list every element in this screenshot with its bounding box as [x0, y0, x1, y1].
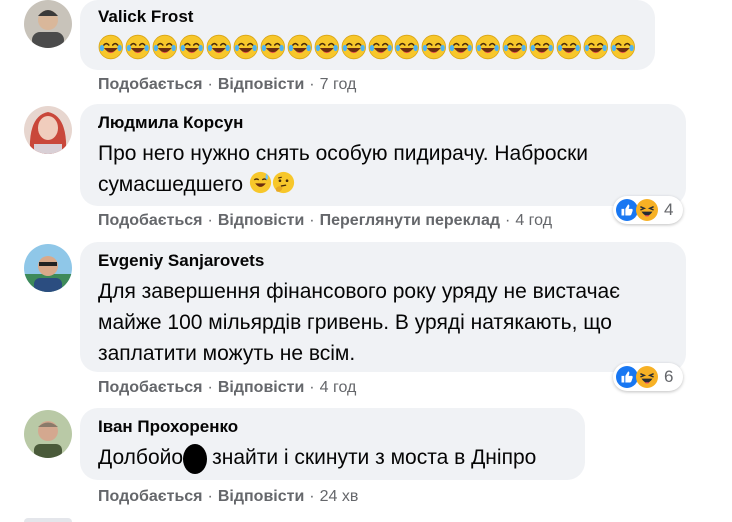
separator: ·: [309, 76, 315, 93]
laughing-emoji-icon: [125, 34, 151, 60]
laughing-emoji-icon: [233, 34, 259, 60]
see-translation-button[interactable]: Переглянути переклад: [320, 212, 500, 229]
author-name[interactable]: Іван Прохоренко: [98, 416, 567, 438]
comment-bubble: Evgeniy Sanjarovets Для завершення фінан…: [80, 242, 686, 372]
comment-text: Про него нужно снять особую пидирачу. На…: [98, 138, 668, 200]
laughing-emoji-icon: [179, 34, 205, 60]
reactions-summary[interactable]: 6: [613, 363, 683, 391]
thinking-emoji-icon: [272, 171, 295, 194]
reply-button[interactable]: Відповісти: [218, 379, 304, 396]
laughing-emoji-icon: [394, 34, 420, 60]
laughing-emoji-icon: [502, 34, 528, 60]
author-name[interactable]: Evgeniy Sanjarovets: [98, 250, 668, 272]
separator: ·: [207, 379, 213, 396]
haha-reaction-icon: [636, 199, 658, 221]
laughing-emoji-icon: [98, 34, 124, 60]
comment-text: Для завершення фінансового року уряду не…: [98, 276, 668, 369]
laughing-emoji-icon: [260, 34, 286, 60]
comment-text-line: заплатити можуть не всім.: [98, 342, 356, 365]
laughing-emoji-icon: [287, 34, 313, 60]
separator: ·: [207, 488, 213, 505]
avatar[interactable]: [24, 244, 72, 292]
laughing-emoji-icon: [421, 34, 447, 60]
comment-text-line: Про него нужно снять особую пидирачу. На…: [98, 142, 589, 165]
haha-reaction-icon: [636, 366, 658, 388]
comment-text-line: майже 100 мільярдів гривень. В уряді нат…: [98, 311, 612, 334]
laughing-emoji-icon: [206, 34, 232, 60]
separator: ·: [207, 76, 213, 93]
comment-text-line: сумасшедшего: [98, 173, 244, 196]
comment-bubble: Іван Прохоренко Долбойоба знайти і скину…: [80, 408, 585, 480]
like-button[interactable]: Подобається: [98, 488, 203, 505]
comment-bubble: Людмила Корсун Про него нужно снять особ…: [80, 104, 686, 206]
author-name[interactable]: Людмила Корсун: [98, 112, 668, 134]
author-name[interactable]: Valick Frost: [98, 6, 637, 28]
timestamp[interactable]: 7 год: [320, 76, 357, 93]
sweat-smile-emoji-icon: [249, 171, 272, 194]
reply-button[interactable]: Відповісти: [218, 76, 304, 93]
like-button[interactable]: Подобається: [98, 212, 203, 229]
laughing-emoji-icon: [368, 34, 394, 60]
timestamp[interactable]: 24 хв: [320, 488, 359, 505]
comment-actions: Подобається · Відповісти · Переглянути перек…: [98, 212, 552, 230]
comment-bubble: Valick Frost: [80, 0, 655, 70]
laughing-emoji-icon: [448, 34, 474, 60]
separator: ·: [309, 488, 315, 505]
laughing-emoji-icon: [475, 34, 501, 60]
timestamp[interactable]: 4 год: [320, 379, 357, 396]
separator: ·: [309, 212, 315, 229]
like-button[interactable]: Подобається: [98, 76, 203, 93]
separator: ·: [309, 379, 315, 396]
timestamp[interactable]: 4 год: [515, 212, 552, 229]
laughing-emoji-icon: [583, 34, 609, 60]
laughing-emoji-icon: [314, 34, 340, 60]
reaction-count: 4: [664, 200, 674, 219]
separator: ·: [505, 212, 511, 229]
reactions-summary[interactable]: 4: [613, 196, 683, 224]
comment-text-line: Для завершення фінансового року уряду не…: [98, 280, 620, 303]
emoji-row: [98, 34, 637, 60]
laughing-emoji-icon: [341, 34, 367, 60]
comment-actions: Подобається · Відповісти · 4 год: [98, 379, 356, 397]
reply-button[interactable]: Відповісти: [218, 488, 304, 505]
laughing-emoji-icon: [152, 34, 178, 60]
laughing-emoji-icon: [556, 34, 582, 60]
avatar[interactable]: [24, 106, 72, 154]
laughing-emoji-icon: [529, 34, 555, 60]
reply-button[interactable]: Відповісти: [218, 212, 304, 229]
next-comment-avatar-edge: [24, 518, 72, 522]
avatar[interactable]: [24, 0, 72, 48]
laughing-emoji-icon: [610, 34, 636, 60]
avatar[interactable]: [24, 410, 72, 458]
like-reaction-icon: [616, 199, 638, 221]
like-reaction-icon: [616, 366, 638, 388]
like-button[interactable]: Подобається: [98, 379, 203, 396]
reaction-count: 6: [664, 367, 674, 386]
comment-text: Долбойоба знайти і скинути з моста в Дні…: [98, 446, 537, 469]
comment-actions: Подобається · Відповісти · 24 хв: [98, 488, 358, 506]
separator: ·: [207, 212, 213, 229]
redaction-mark: [183, 444, 207, 474]
comment-actions: Подобається · Відповісти · 7 год: [98, 76, 356, 94]
